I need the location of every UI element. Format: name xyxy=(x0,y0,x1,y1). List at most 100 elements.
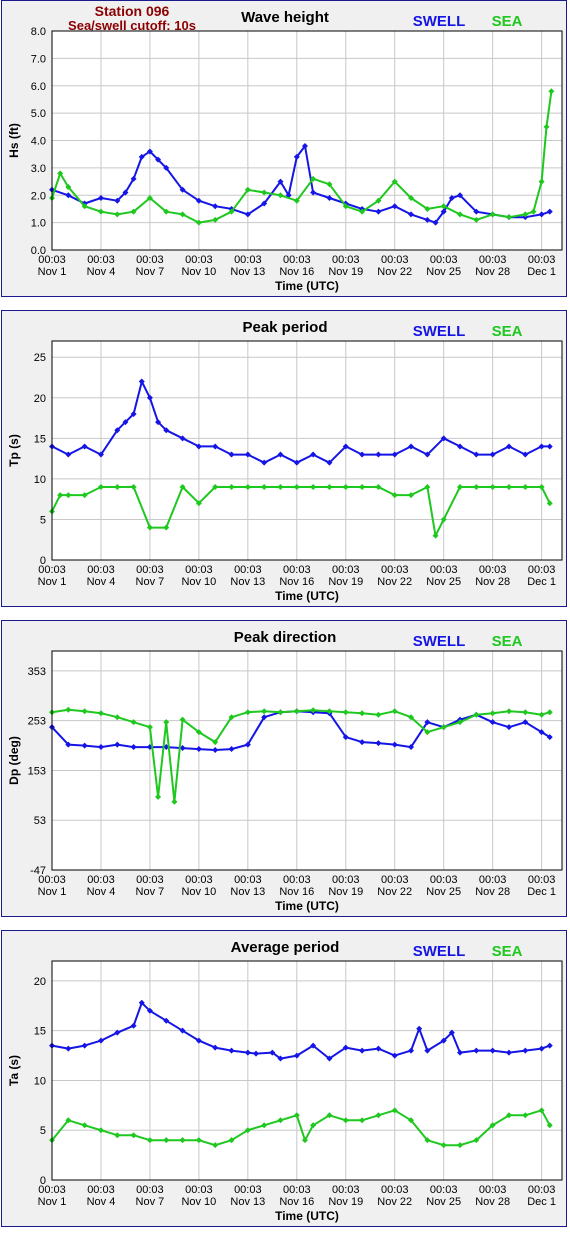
x-tick-time-label: 00:03 xyxy=(381,254,409,266)
y-tick-label: 20 xyxy=(34,393,46,405)
x-axis-label: Time (UTC) xyxy=(275,899,339,913)
x-tick-date-label: Nov 10 xyxy=(181,266,216,278)
legend-sea: SEA xyxy=(492,633,523,650)
x-tick-date-label: Nov 1 xyxy=(38,886,67,898)
x-tick-time-label: 00:03 xyxy=(381,564,409,576)
x-tick-time-label: 00:03 xyxy=(430,1184,458,1196)
x-tick-date-label: Nov 28 xyxy=(475,266,510,278)
x-tick-date-label: Nov 10 xyxy=(181,886,216,898)
x-tick-time-label: 00:03 xyxy=(430,254,458,266)
legend-swell: SWELL xyxy=(413,633,466,650)
y-tick-label: 2.0 xyxy=(31,190,46,202)
y-tick-label: 253 xyxy=(28,716,46,728)
x-tick-time-label: 00:03 xyxy=(528,874,556,886)
y-tick-label: 5.0 xyxy=(31,108,46,120)
x-tick-date-label: Nov 1 xyxy=(38,1196,67,1208)
x-tick-time-label: 00:03 xyxy=(381,874,409,886)
x-tick-time-label: 00:03 xyxy=(479,874,507,886)
x-tick-time-label: 00:03 xyxy=(136,564,164,576)
x-tick-time-label: 00:03 xyxy=(234,254,262,266)
x-tick-date-label: Nov 13 xyxy=(230,576,265,588)
chart-title: Wave height xyxy=(241,9,329,26)
y-tick-label: 7.0 xyxy=(31,53,46,65)
x-tick-date-label: Nov 28 xyxy=(475,886,510,898)
panel-average-period: 0 5 10 15 20 00:03 Nov 1 00:03 Nov 4 00:03 Nov 7 00… xyxy=(1,930,567,1227)
chart-svg: 051015202500:03Nov 100:03Nov 400:03Nov 7… xyxy=(7,319,563,603)
legend-swell: SWELL xyxy=(413,943,466,960)
y-tick-label: 4.0 xyxy=(31,136,46,148)
x-tick-time-label: 00:03 xyxy=(136,874,164,886)
x-tick-date-label: Nov 7 xyxy=(136,576,165,588)
chart-title: Peak period xyxy=(242,319,327,336)
y-axis-label: Ta (s) xyxy=(7,1055,21,1086)
x-tick-date-label: Nov 22 xyxy=(377,1196,412,1208)
x-tick-date-label: Nov 13 xyxy=(230,1196,265,1208)
x-tick-time-label: 00:03 xyxy=(185,1184,213,1196)
x-tick-time-label: 00:03 xyxy=(283,564,311,576)
legend-swell: SWELL xyxy=(413,13,466,30)
x-tick-date-label: Nov 19 xyxy=(328,1196,363,1208)
x-tick-time-label: 00:03 xyxy=(38,874,66,886)
y-tick-label: 10 xyxy=(34,1075,46,1087)
x-tick-time-label: 00:03 xyxy=(528,1184,556,1196)
x-tick-time-label: 00:03 xyxy=(87,874,115,886)
x-axis-label: Time (UTC) xyxy=(275,589,339,603)
x-tick-date-label: Nov 16 xyxy=(279,1196,314,1208)
x-tick-time-label: 00:03 xyxy=(430,874,458,886)
x-tick-time-label: 00:03 xyxy=(38,254,66,266)
x-tick-date-label: Nov 1 xyxy=(38,576,67,588)
x-axis-label: Time (UTC) xyxy=(275,279,339,293)
y-axis-label: Dp (deg) xyxy=(7,736,21,785)
x-tick-date-label: Nov 25 xyxy=(426,266,461,278)
x-tick-date-label: Nov 28 xyxy=(475,1196,510,1208)
x-tick-time-label: 00:03 xyxy=(38,1184,66,1196)
x-tick-time-label: 00:03 xyxy=(528,254,556,266)
x-tick-date-label: Nov 19 xyxy=(328,266,363,278)
x-tick-date-label: Dec 1 xyxy=(527,576,556,588)
x-tick-date-label: Nov 22 xyxy=(377,886,412,898)
x-tick-date-label: Nov 4 xyxy=(87,886,116,898)
x-tick-date-label: Nov 13 xyxy=(230,266,265,278)
x-tick-time-label: 00:03 xyxy=(381,1184,409,1196)
y-tick-label: 353 xyxy=(28,666,46,678)
plot-area xyxy=(51,960,563,1181)
x-tick-date-label: Nov 16 xyxy=(279,576,314,588)
x-tick-date-label: Nov 7 xyxy=(136,266,165,278)
x-tick-date-label: Nov 10 xyxy=(181,576,216,588)
y-tick-label: 6.0 xyxy=(31,81,46,93)
x-tick-time-label: 00:03 xyxy=(332,254,360,266)
x-tick-time-label: 00:03 xyxy=(332,564,360,576)
x-tick-time-label: 00:03 xyxy=(479,564,507,576)
legend-sea: SEA xyxy=(492,323,523,340)
x-tick-date-label: Nov 1 xyxy=(38,266,67,278)
plot-area xyxy=(51,650,563,871)
y-tick-label: 15 xyxy=(34,433,46,445)
x-tick-time-label: 00:03 xyxy=(234,564,262,576)
station-label: Station 096 xyxy=(95,3,170,19)
y-tick-label: 5 xyxy=(40,514,46,526)
x-tick-date-label: Nov 7 xyxy=(136,1196,165,1208)
x-tick-date-label: Nov 25 xyxy=(426,576,461,588)
x-tick-date-label: Nov 7 xyxy=(136,886,165,898)
y-tick-label: 3.0 xyxy=(31,163,46,175)
x-tick-date-label: Nov 4 xyxy=(87,266,116,278)
x-tick-time-label: 00:03 xyxy=(528,564,556,576)
x-tick-time-label: 00:03 xyxy=(234,1184,262,1196)
y-axis-label: Hs (ft) xyxy=(7,123,21,158)
x-tick-date-label: Nov 4 xyxy=(87,1196,116,1208)
panel-peak-direction: -47 53 153 253 353 00:03 Nov 1 00:03 Nov 4 00:03 N… xyxy=(1,620,567,917)
x-tick-time-label: 00:03 xyxy=(430,564,458,576)
x-tick-time-label: 00:03 xyxy=(38,564,66,576)
x-tick-time-label: 00:03 xyxy=(87,564,115,576)
legend-sea: SEA xyxy=(492,943,523,960)
chart-title: Average period xyxy=(231,939,340,956)
x-tick-date-label: Dec 1 xyxy=(527,266,556,278)
x-tick-date-label: Nov 13 xyxy=(230,886,265,898)
x-tick-date-label: Nov 22 xyxy=(377,266,412,278)
x-tick-date-label: Nov 16 xyxy=(279,266,314,278)
y-tick-label: 25 xyxy=(34,352,46,364)
x-tick-time-label: 00:03 xyxy=(283,254,311,266)
x-tick-date-label: Dec 1 xyxy=(527,1196,556,1208)
chart-svg: Station 096 Sea/swell cutoff: 10s 0.01.0… xyxy=(7,3,563,293)
y-tick-label: 5 xyxy=(40,1125,46,1137)
